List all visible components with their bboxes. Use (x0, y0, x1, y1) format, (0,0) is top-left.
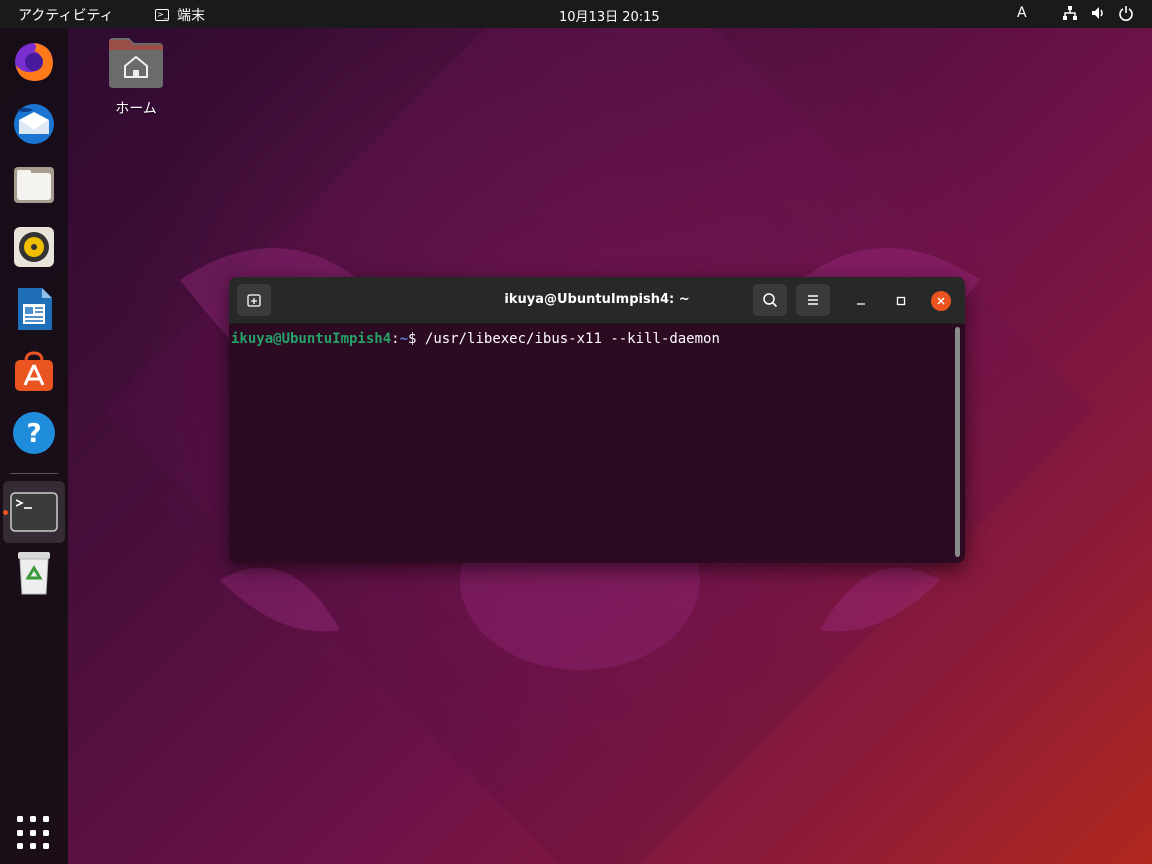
help-icon: ? (13, 412, 55, 454)
maximize-button[interactable] (891, 291, 911, 311)
terminal-window[interactable]: ikuya@UbuntuImpish4: ~ ikuya@UbuntuImpis… (229, 277, 965, 563)
system-menu[interactable] (1062, 5, 1134, 21)
grid-dot (43, 843, 49, 850)
dock-item-libreoffice-writer[interactable] (9, 284, 59, 334)
search-icon (763, 293, 778, 308)
prompt-path: ~ (399, 331, 409, 347)
activities-button[interactable]: アクティビティ (18, 5, 114, 25)
terminal-icon (10, 492, 58, 532)
top-bar: アクティビティ >_ 端末 10月13日 20:15 A (0, 0, 1152, 28)
close-button[interactable] (931, 291, 951, 311)
dock-item-rhythmbox[interactable] (9, 222, 59, 272)
search-button[interactable] (753, 284, 787, 316)
minimize-icon (857, 303, 865, 305)
grid-dot (17, 843, 23, 850)
command-text: /usr/libexec/ibus-x11 --kill-daemon (424, 331, 720, 347)
terminal-scrollbar[interactable] (955, 327, 960, 557)
network-icon (1063, 6, 1077, 20)
minimize-button[interactable] (851, 291, 871, 311)
terminal-small-icon: >_ (155, 9, 169, 21)
thunderbird-icon (14, 104, 54, 144)
desktop-home-label: ホーム (115, 101, 157, 117)
dock-separator (10, 473, 58, 474)
clock[interactable]: 10月13日 20:15 (559, 6, 660, 25)
grid-dot (30, 829, 36, 836)
maximize-icon (896, 296, 906, 306)
trash-icon (18, 552, 50, 595)
close-icon (937, 297, 945, 305)
grid-dot (30, 816, 36, 822)
grid-dot (43, 816, 49, 822)
dock-item-terminal[interactable] (9, 487, 59, 537)
prompt-user-host: ikuya@UbuntuImpish4 (231, 331, 392, 347)
software-store-icon (15, 351, 53, 391)
hamburger-menu-icon (808, 295, 818, 305)
prompt-symbol: $ (408, 331, 425, 347)
svg-text:?: ? (26, 419, 41, 449)
dock-item-help[interactable]: ? (9, 408, 59, 458)
grid-dot (17, 829, 23, 836)
dock-item-trash[interactable] (9, 548, 59, 598)
terminal-output[interactable]: ikuya@UbuntuImpish4:~$ /usr/libexec/ibus… (231, 331, 951, 347)
dock-item-ubuntu-software[interactable] (9, 346, 59, 396)
running-indicator (3, 510, 8, 515)
power-icon (1119, 6, 1133, 21)
app-menu[interactable]: >_ 端末 (155, 5, 205, 25)
dock: ? (0, 28, 68, 864)
dock-item-firefox[interactable] (9, 36, 59, 86)
files-icon (14, 167, 54, 203)
firefox-icon (15, 43, 53, 81)
dock-item-thunderbird[interactable] (9, 98, 59, 148)
writer-icon (18, 288, 52, 330)
desktop-home-icon[interactable]: ホーム (100, 36, 172, 118)
rhythmbox-icon (14, 227, 54, 267)
volume-icon (1092, 7, 1103, 19)
show-applications-button[interactable] (17, 816, 51, 850)
prompt-separator: : (391, 331, 400, 347)
input-method-indicator[interactable]: A (1017, 5, 1027, 21)
grid-dot (43, 829, 49, 836)
grid-dot (30, 843, 36, 850)
menu-button[interactable] (796, 284, 830, 316)
terminal-headerbar[interactable]: ikuya@UbuntuImpish4: ~ (229, 277, 965, 324)
dock-item-files[interactable] (9, 160, 59, 210)
app-menu-label: 端末 (177, 8, 205, 24)
grid-dot (17, 816, 23, 822)
home-folder-icon (109, 38, 163, 88)
